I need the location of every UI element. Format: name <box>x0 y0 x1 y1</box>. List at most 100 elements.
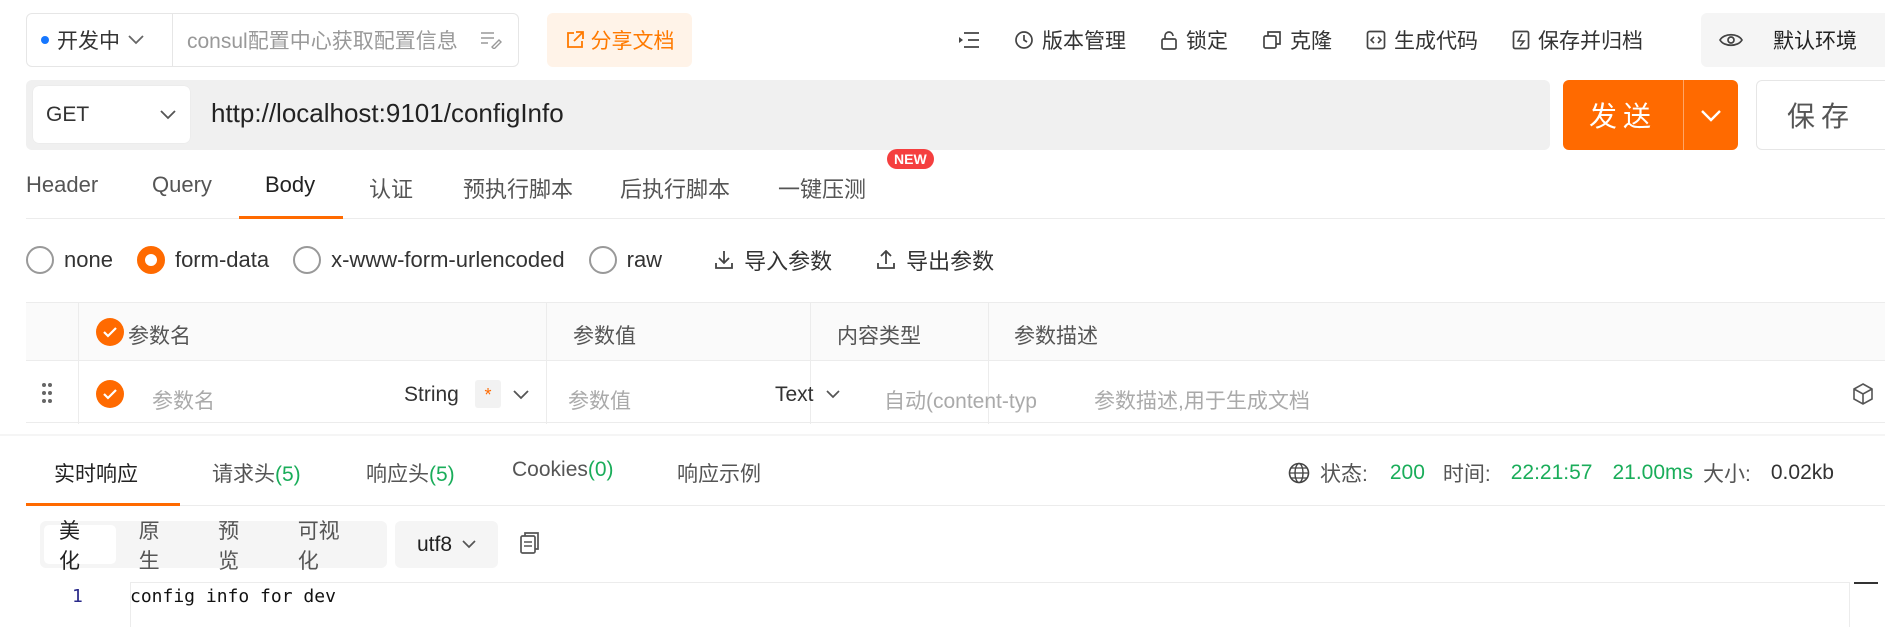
import-params-label: 导入参数 <box>744 249 833 274</box>
param-name-input[interactable]: 参数名 <box>152 385 215 415</box>
param-value-input[interactable]: 参数值 <box>568 385 631 415</box>
radio-circle[interactable] <box>26 246 54 274</box>
drag-handle-icon[interactable] <box>41 382 53 404</box>
lock-button[interactable]: 锁定 <box>1160 25 1228 55</box>
code-line: config info for dev <box>130 586 336 607</box>
tab-response-headers[interactable]: 响应头(5) <box>366 458 455 488</box>
tab-stress-test[interactable]: 一键压测 <box>778 172 866 204</box>
format-pretty-button[interactable]: 美化 <box>44 520 116 573</box>
active-tab-indicator <box>26 503 180 506</box>
content-type-input[interactable]: 自动(content-typ <box>884 385 1037 415</box>
copy-icon[interactable] <box>518 531 540 555</box>
scrollbar-thumb[interactable] <box>1854 582 1878 584</box>
clock-icon <box>1015 31 1033 49</box>
chevron-down-icon[interactable] <box>826 390 840 399</box>
lock-icon <box>1161 31 1177 50</box>
radio-raw-label: raw <box>626 247 663 272</box>
new-badge: NEW <box>887 149 934 169</box>
code-icon <box>1366 30 1386 50</box>
clone-button[interactable]: 克隆 <box>1262 25 1332 55</box>
tab-request-headers-label: 请求头 <box>212 463 275 486</box>
download-icon <box>715 251 733 269</box>
row-checkbox[interactable] <box>96 380 124 408</box>
environment-doc-bar: 开发中 consul配置中心获取配置信息 <box>26 13 519 67</box>
response-code-editor[interactable] <box>130 582 1850 627</box>
globe-icon[interactable] <box>1288 462 1310 484</box>
radio-urlencoded-label: x-www-form-urlencoded <box>331 247 565 272</box>
response-size: 0.02kb <box>1770 461 1834 484</box>
env-status-label: 开发中 <box>57 30 120 53</box>
send-options-button[interactable] <box>1684 109 1738 122</box>
format-preview-button[interactable]: 预览 <box>203 520 275 573</box>
status-label: 状态: <box>1320 463 1368 486</box>
generate-code-button[interactable]: 生成代码 <box>1366 25 1478 55</box>
http-method-select[interactable]: GET <box>33 86 190 143</box>
radio-circle[interactable] <box>588 246 617 274</box>
tab-post-script[interactable]: 后执行脚本 <box>620 172 730 204</box>
param-description-input[interactable]: 参数描述,用于生成文档 <box>1094 385 1310 415</box>
tab-cookies[interactable]: Cookies(0) <box>512 458 614 482</box>
check-icon <box>103 389 117 400</box>
tab-body[interactable]: Body <box>265 172 315 198</box>
tab-response-headers-label: 响应头 <box>366 463 429 486</box>
encoding-select[interactable]: utf8 <box>395 521 498 568</box>
radio-raw[interactable]: raw <box>588 246 663 274</box>
save-archive-button[interactable]: 保存并归档 <box>1512 25 1643 55</box>
upload-icon <box>877 250 895 269</box>
size-label: 大小: <box>1703 463 1751 486</box>
outline-toggle-button[interactable] <box>958 31 980 49</box>
tab-response-example[interactable]: 响应示例 <box>677 458 761 488</box>
save-button[interactable]: 保存 <box>1756 80 1885 150</box>
required-toggle[interactable]: * <box>475 380 501 408</box>
share-doc-button[interactable]: 分享文档 <box>547 13 692 67</box>
select-all-checkbox[interactable] <box>96 318 124 346</box>
request-toolbar: 版本管理 锁定 克隆 生成代码 保存并归档 <box>958 13 1677 67</box>
chevron-down-icon[interactable] <box>513 390 529 400</box>
tab-request-headers[interactable]: 请求头(5) <box>212 458 301 488</box>
copy-icon <box>1263 31 1281 49</box>
value-type-select[interactable]: Text <box>775 383 814 407</box>
env-status-dot <box>41 36 49 44</box>
radio-circle[interactable] <box>293 246 322 274</box>
export-params-button[interactable]: 导出参数 <box>876 244 994 276</box>
chevron-down-icon <box>1701 109 1721 122</box>
version-manage-button[interactable]: 版本管理 <box>1014 25 1126 55</box>
response-format-group: 美化 原生 预览 可视化 <box>40 520 387 573</box>
clone-label: 克隆 <box>1290 30 1332 53</box>
param-type-select[interactable]: String <box>404 383 459 407</box>
format-raw-button[interactable]: 原生 <box>124 520 196 573</box>
environment-select[interactable]: 默认环境 <box>1701 13 1885 67</box>
radio-none[interactable]: none <box>26 246 113 274</box>
import-params-button[interactable]: 导入参数 <box>714 244 832 276</box>
chevron-down-icon <box>128 35 144 45</box>
column-header-value: 参数值 <box>573 325 636 348</box>
radio-circle-selected[interactable] <box>136 246 165 274</box>
tab-query[interactable]: Query <box>152 172 212 198</box>
check-icon <box>103 327 117 338</box>
archive-icon <box>1512 30 1530 50</box>
edit-description-icon[interactable] <box>480 31 502 49</box>
radio-none-label: none <box>64 247 113 272</box>
request-tabs: Header Query Body 认证 预执行脚本 后执行脚本 一键压测 NE… <box>26 149 1885 219</box>
eye-icon[interactable] <box>1719 32 1743 48</box>
params-table: 参数名 参数值 内容类型 参数描述 参数名 String * 参数值 Text … <box>26 302 1885 424</box>
tab-realtime-response[interactable]: 实时响应 <box>54 458 138 488</box>
tab-auth[interactable]: 认证 <box>369 172 413 204</box>
cube-icon[interactable] <box>1852 383 1874 405</box>
status-code: 200 <box>1389 461 1425 484</box>
lock-label: 锁定 <box>1186 30 1228 53</box>
radio-form-data[interactable]: form-data <box>136 246 269 274</box>
send-button[interactable]: 发送 <box>1563 80 1738 150</box>
tab-header[interactable]: Header <box>26 172 98 198</box>
column-header-name: 参数名 <box>128 325 191 348</box>
tab-pre-script[interactable]: 预执行脚本 <box>463 172 573 204</box>
radio-urlencoded[interactable]: x-www-form-urlencoded <box>293 246 565 274</box>
url-input[interactable]: http://localhost:9101/configInfo <box>211 98 564 129</box>
share-doc-label: 分享文档 <box>590 30 675 53</box>
version-manage-label: 版本管理 <box>1042 30 1126 53</box>
doc-title-input[interactable]: consul配置中心获取配置信息 <box>173 25 480 55</box>
format-visual-button[interactable]: 可视化 <box>283 520 375 573</box>
column-divider <box>78 303 79 424</box>
env-status-select[interactable]: 开发中 <box>27 14 173 66</box>
encoding-label: utf8 <box>416 532 453 556</box>
